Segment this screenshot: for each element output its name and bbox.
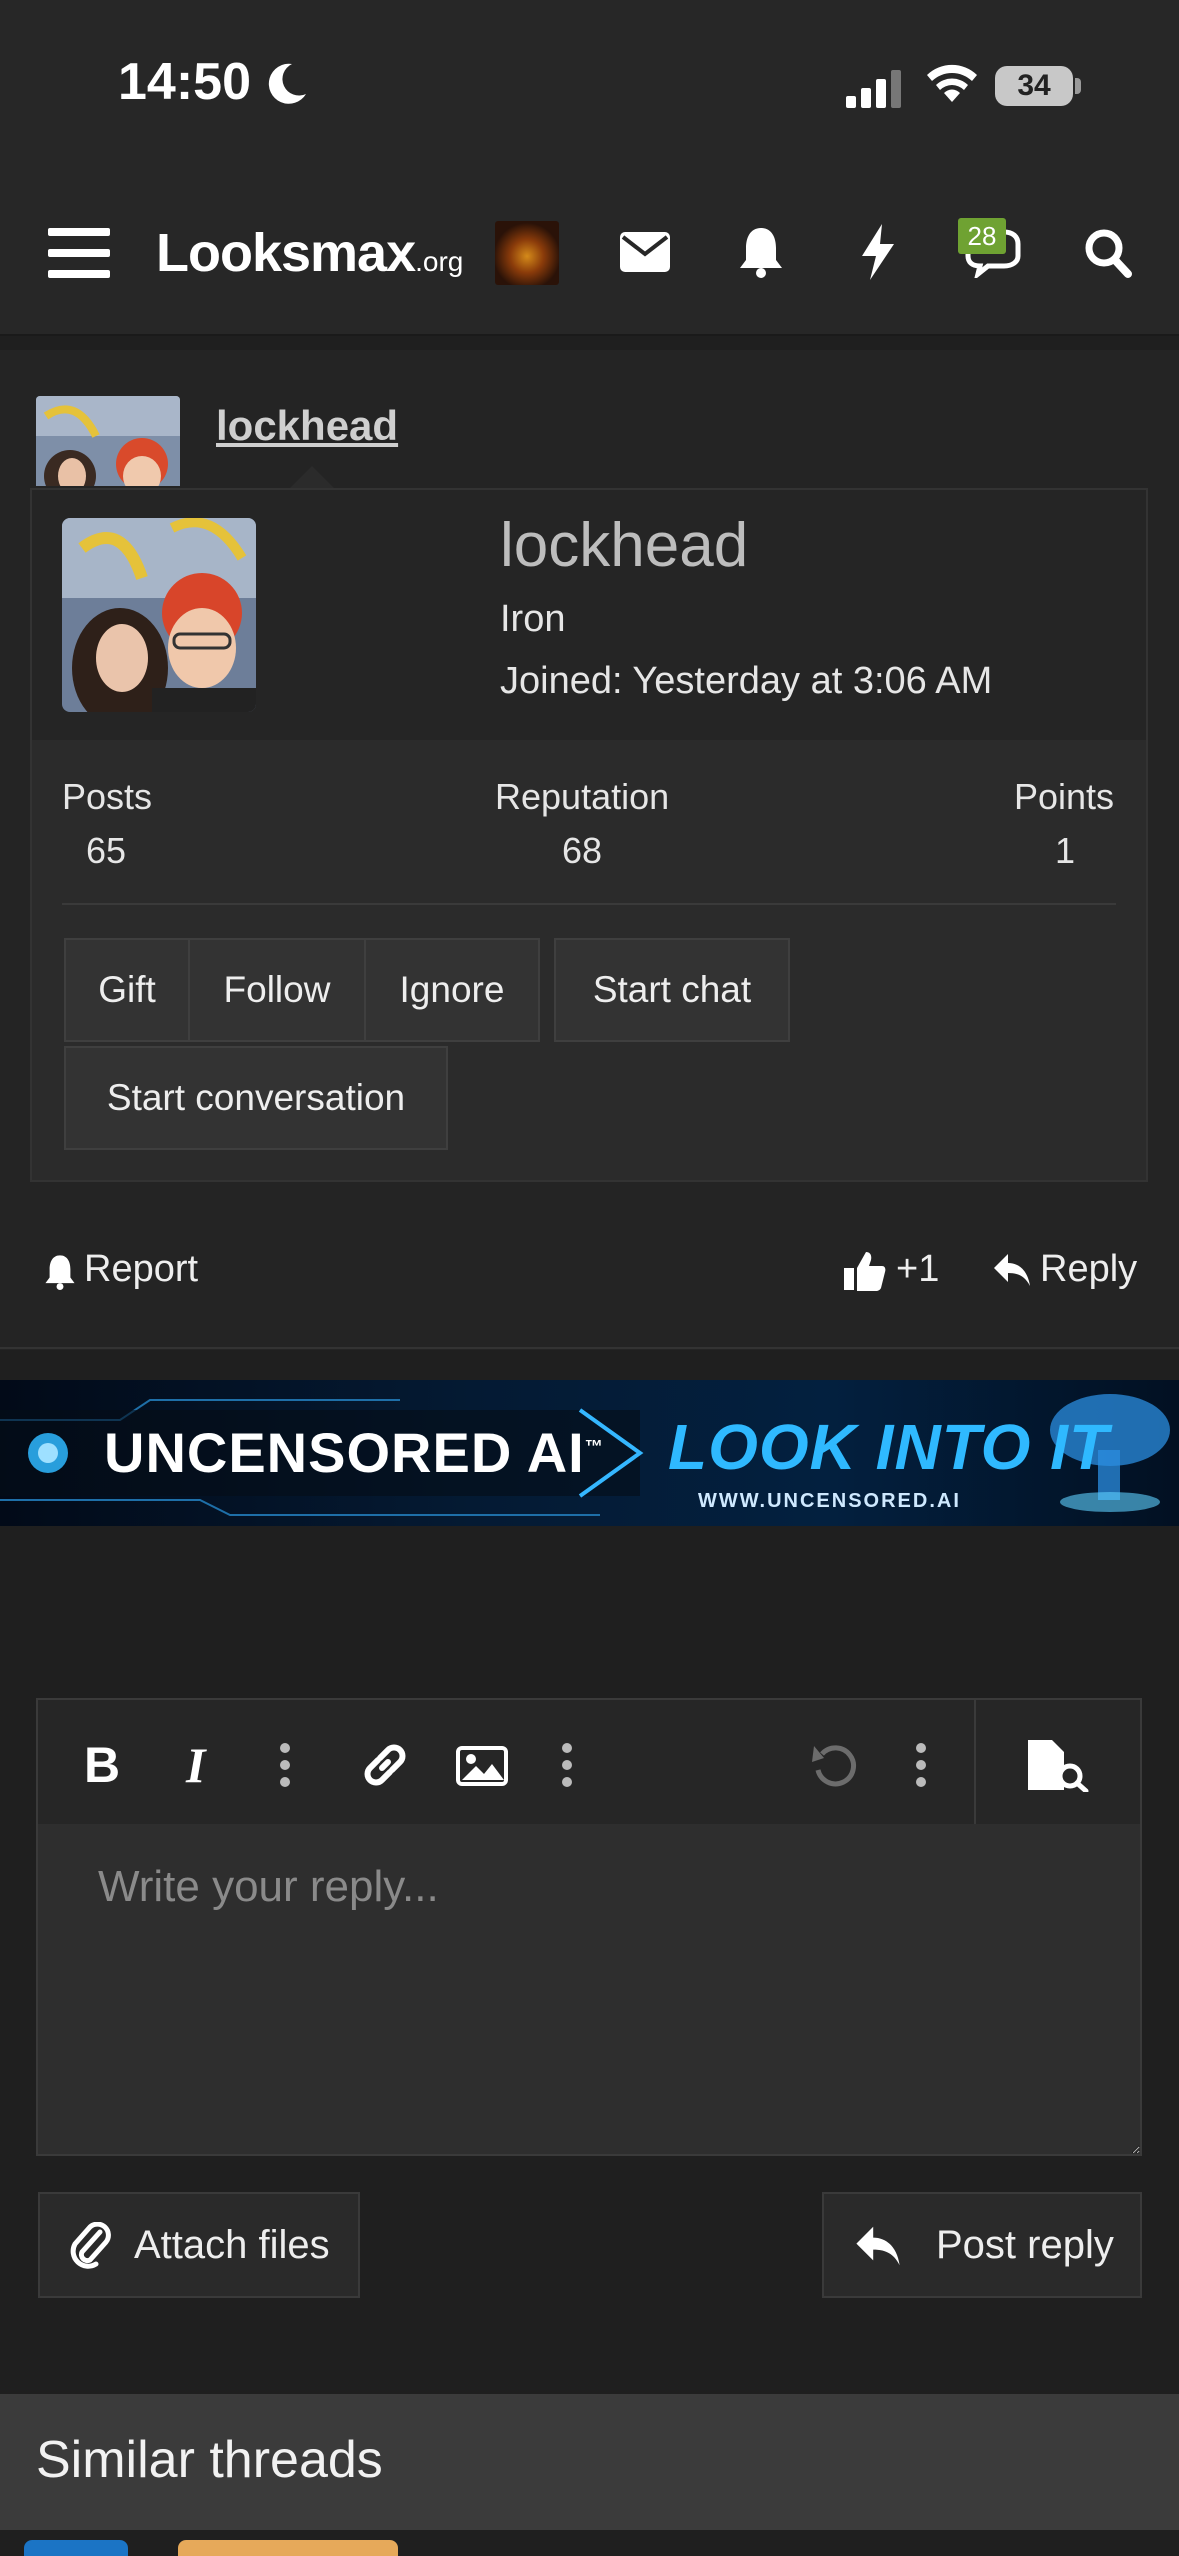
stat-reputation-label: Reputation: [495, 776, 670, 817]
logo-suffix: .org: [415, 246, 464, 277]
image-icon[interactable]: [456, 1746, 508, 1786]
undo-icon[interactable]: [810, 1740, 860, 1790]
post-avatar[interactable]: [36, 396, 180, 486]
banner-left-text: UNCENSORED AI™: [104, 1421, 604, 1484]
preview-icon[interactable]: [1026, 1738, 1090, 1792]
menu-icon[interactable]: [48, 226, 110, 280]
member-username[interactable]: lockhead: [500, 510, 748, 581]
stat-posts-label: Posts: [62, 776, 153, 817]
reply-textarea[interactable]: [38, 1824, 1140, 2154]
stat-posts-value[interactable]: 65: [86, 830, 126, 872]
stat-points-value[interactable]: 1: [1055, 830, 1075, 872]
banner-right-text: LOOK INTO IT: [668, 1411, 1110, 1483]
bell-icon: [45, 1255, 75, 1290]
similar-threads-list: [0, 2530, 1179, 2556]
logo-text: Looksmax: [156, 223, 416, 283]
signal-icon: [846, 70, 901, 108]
more-options-icon[interactable]: [914, 1742, 928, 1788]
gift-button[interactable]: Gift: [64, 938, 190, 1042]
similar-threads-title: Similar threads: [36, 2431, 383, 2489]
follow-button[interactable]: Follow: [188, 938, 366, 1042]
mail-icon[interactable]: [620, 232, 670, 272]
stats-divider: [62, 903, 1116, 905]
italic-icon[interactable]: I: [186, 1736, 205, 1794]
moon-icon: [268, 63, 306, 104]
current-user-avatar[interactable]: [495, 221, 559, 285]
section-divider: [0, 1347, 1179, 1349]
report-link[interactable]: Report: [84, 1248, 198, 1291]
status-time: 14:50: [118, 53, 251, 111]
battery-indicator: 34: [995, 66, 1073, 106]
bold-icon[interactable]: B: [84, 1736, 120, 1794]
lightning-icon[interactable]: [860, 224, 896, 280]
banner-url: WWW.UNCENSORED.AI: [698, 1490, 961, 1512]
reaction-count[interactable]: +1: [896, 1248, 939, 1291]
reply-icon: [856, 2226, 900, 2266]
toolbar-separator: [974, 1700, 976, 1824]
stat-reputation-value: 68: [562, 830, 603, 871]
attach-files-button[interactable]: Attach files: [38, 2192, 360, 2298]
paperclip-icon: [70, 2222, 111, 2269]
member-rank: Iron: [500, 598, 566, 640]
member-avatar[interactable]: [62, 518, 256, 712]
post-reply-button[interactable]: Post reply: [822, 2192, 1142, 2298]
battery-nub: [1075, 78, 1081, 94]
post-username-link[interactable]: lockhead: [216, 402, 398, 450]
reply-link[interactable]: Reply: [1040, 1248, 1137, 1291]
start-conversation-button[interactable]: Start conversation: [64, 1046, 448, 1150]
attach-files-label: Attach files: [134, 2223, 330, 2267]
thread-avatar[interactable]: [24, 2540, 128, 2556]
reply-icon[interactable]: [992, 1252, 1032, 1288]
link-icon[interactable]: [360, 1740, 410, 1790]
bell-icon[interactable]: [738, 226, 784, 278]
more-text-options-icon[interactable]: [278, 1742, 292, 1788]
conversations-badge: 28: [958, 218, 1006, 254]
thumbs-up-icon[interactable]: [844, 1250, 886, 1292]
stat-points-label: Points: [1014, 776, 1115, 817]
popup-arrow: [288, 466, 336, 490]
thread-label[interactable]: [178, 2540, 398, 2556]
search-icon[interactable]: [1084, 228, 1132, 278]
post-reply-label: Post reply: [936, 2223, 1114, 2267]
start-chat-button[interactable]: Start chat: [554, 938, 790, 1042]
member-joined: Joined: Yesterday at 3:06 AM: [500, 660, 993, 702]
more-insert-options-icon[interactable]: [560, 1742, 574, 1788]
ignore-button[interactable]: Ignore: [364, 938, 540, 1042]
wifi-icon: [927, 64, 977, 102]
site-logo[interactable]: Looksmax.org: [156, 222, 463, 284]
